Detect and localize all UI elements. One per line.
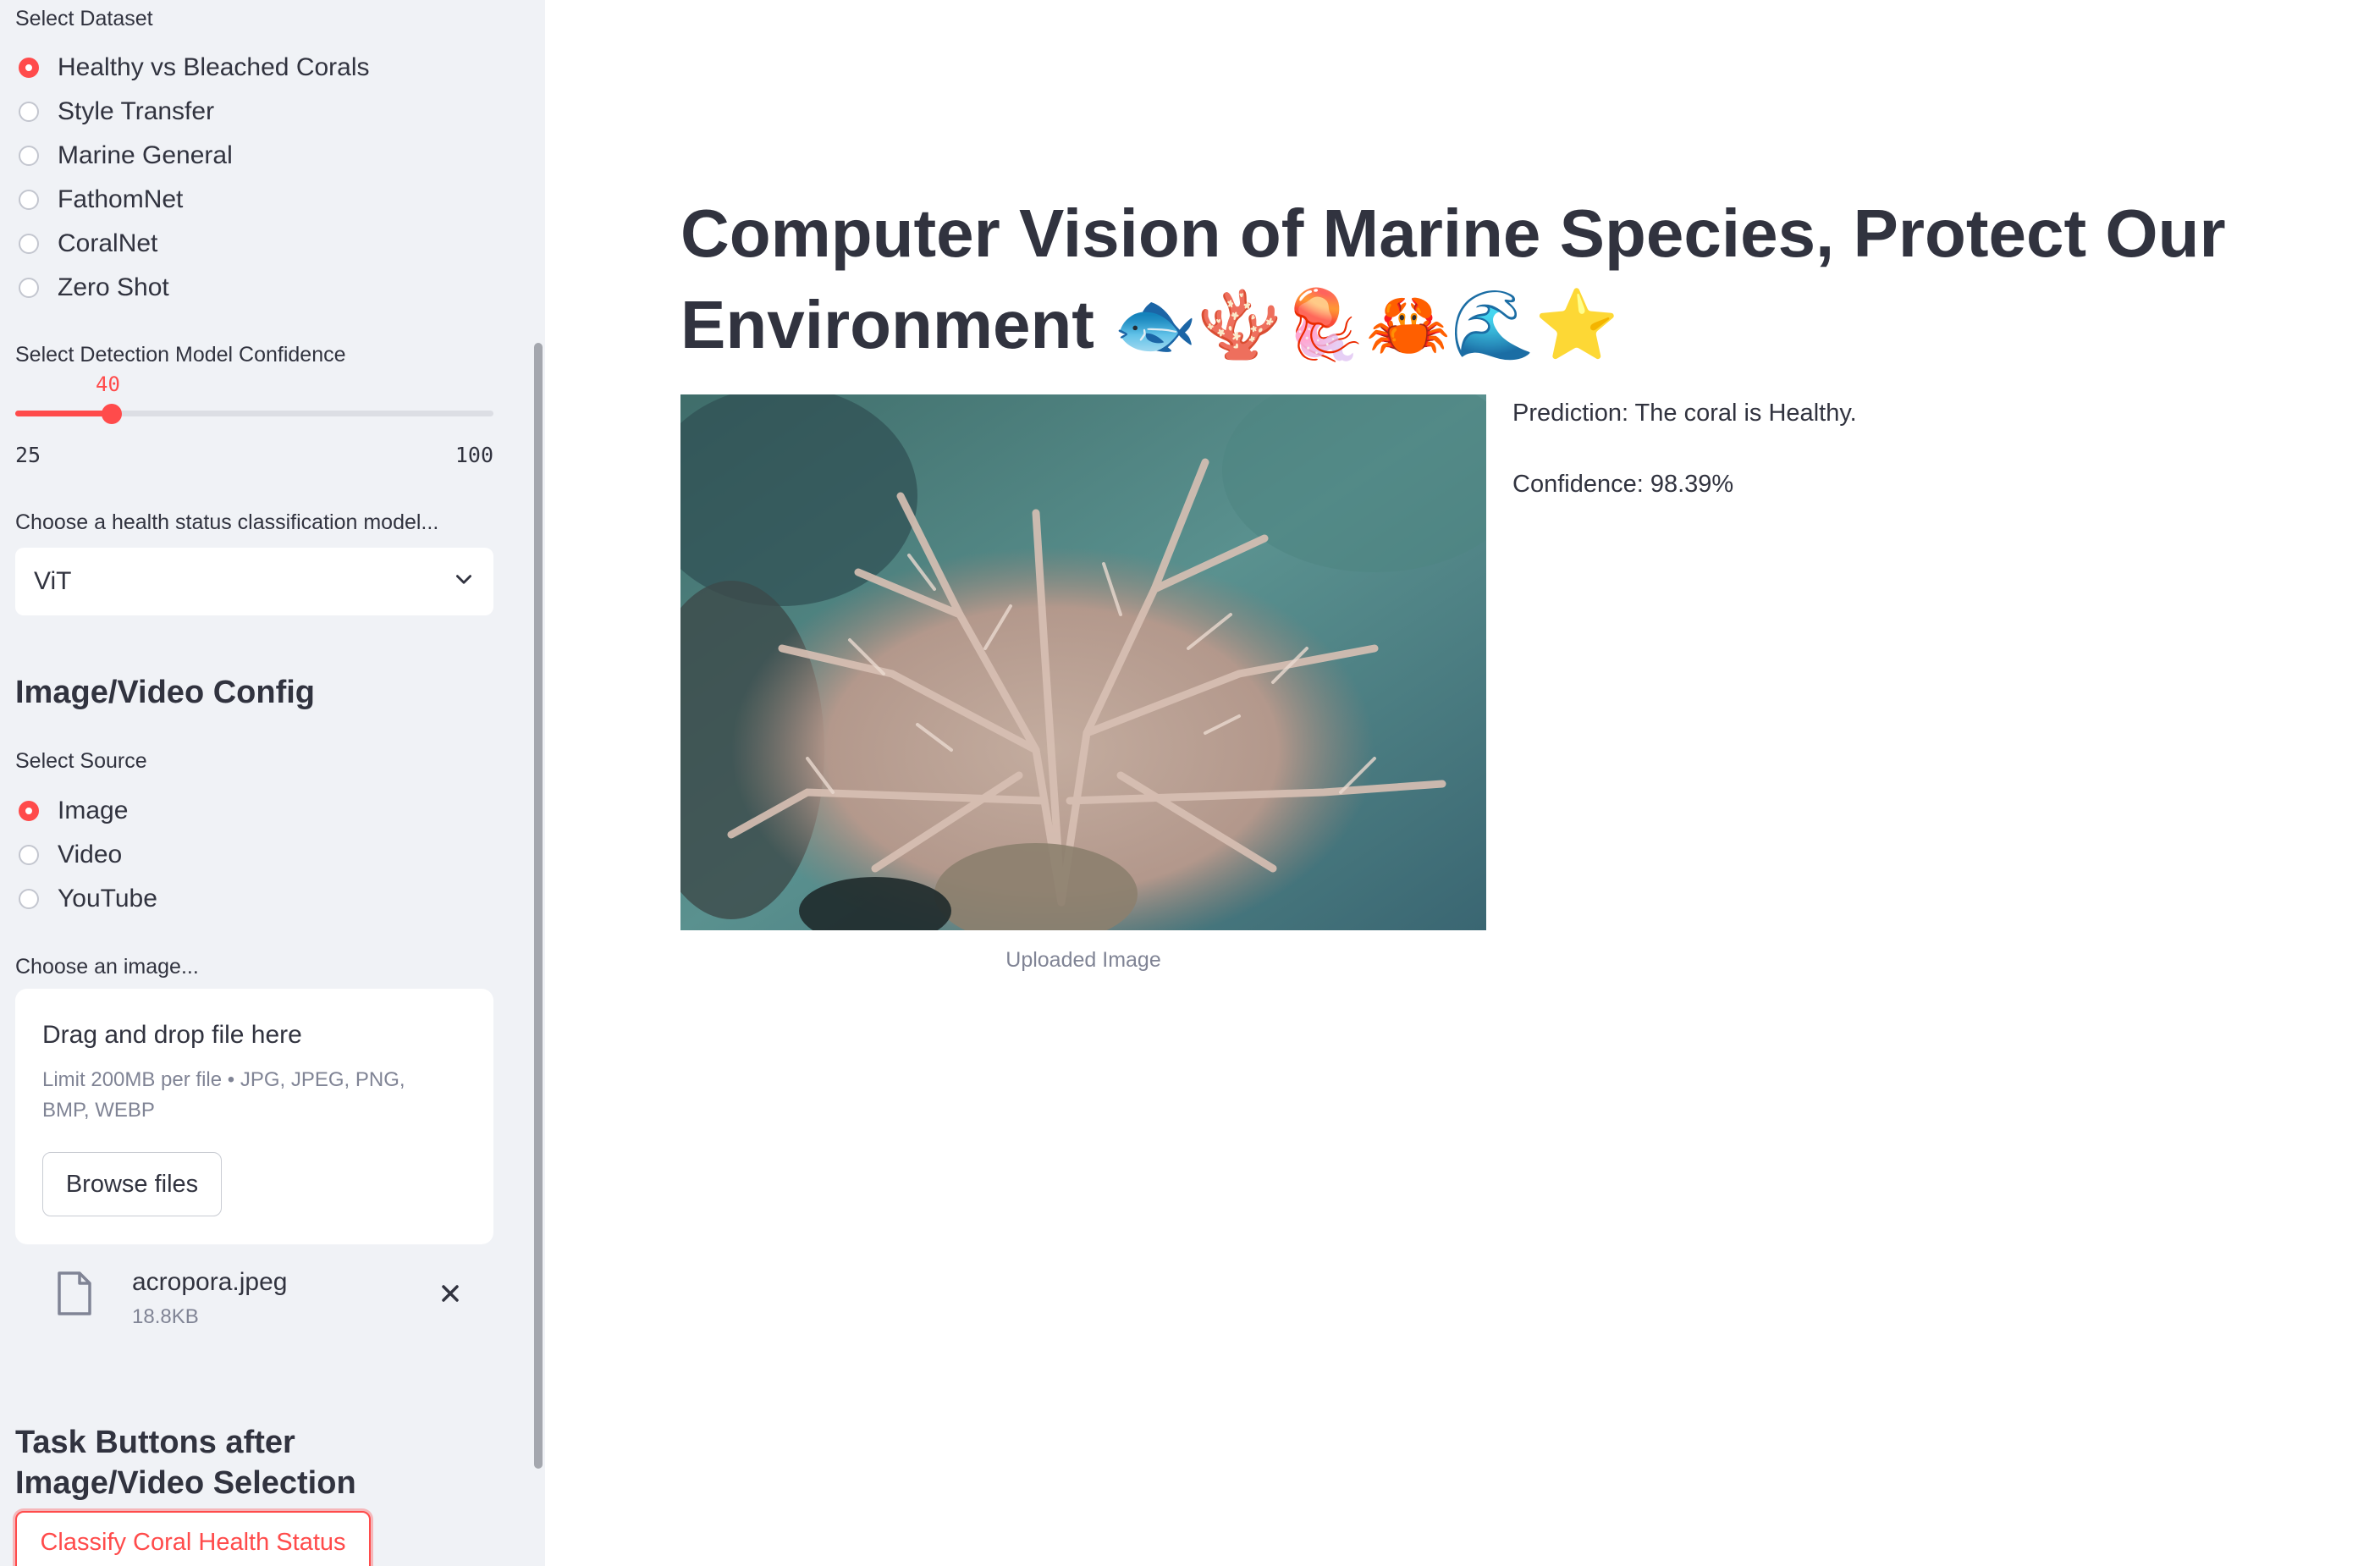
radio-label: Marine General [58, 141, 233, 169]
radio-indicator[interactable] [19, 278, 39, 298]
radio-indicator[interactable] [19, 234, 39, 254]
uploader-label: Choose an image... [15, 955, 199, 979]
chevron-down-icon[interactable] [453, 569, 475, 595]
classify-coral-button[interactable]: Classify Coral Health Status [15, 1511, 371, 1566]
radio-indicator[interactable] [19, 102, 39, 122]
close-icon[interactable] [437, 1280, 464, 1311]
radio-indicator[interactable] [19, 845, 39, 865]
tasks-heading: Task Buttons after Image/Video Selection [15, 1425, 356, 1501]
dropzone-limits: Limit 200MB per file • JPG, JPEG, PNG, B… [42, 1068, 405, 1122]
radio-label: CoralNet [58, 229, 158, 257]
radio-dataset-zero-shot[interactable]: Zero Shot [15, 271, 169, 305]
radio-dataset-fathomnet[interactable]: FathomNet [15, 183, 183, 217]
dataset-label: Select Dataset [15, 7, 153, 30]
radio-dataset-coralnet[interactable]: CoralNet [15, 227, 157, 261]
classifier-select-value: ViT [34, 567, 72, 595]
slider-thumb[interactable] [102, 404, 122, 424]
source-label: Select Source [15, 749, 147, 773]
sidebar: Select Dataset Healthy vs Bleached Coral… [0, 0, 545, 1566]
radio-dataset-healthy-vs-bleached[interactable]: Healthy vs Bleached Corals [15, 51, 370, 85]
uploaded-file-name: acropora.jpeg [132, 1268, 288, 1296]
radio-indicator[interactable] [19, 889, 39, 909]
uploaded-file-size: 18.8KB [132, 1305, 199, 1328]
uploaded-coral-image [680, 394, 1486, 930]
radio-label: FathomNet [58, 185, 184, 213]
classifier-select[interactable]: ViT [15, 548, 493, 615]
radio-label: Healthy vs Bleached Corals [58, 53, 370, 81]
image-caption: Uploaded Image [1005, 948, 1161, 972]
browse-files-button[interactable]: Browse files [42, 1152, 222, 1216]
radio-dataset-style-transfer[interactable]: Style Transfer [15, 95, 214, 129]
radio-indicator[interactable] [19, 190, 39, 210]
radio-source-image[interactable]: Image [15, 794, 128, 828]
slider-fill [15, 411, 112, 416]
prediction-text: Prediction: The coral is Healthy. [1512, 400, 1857, 427]
radio-indicator[interactable] [19, 146, 39, 166]
radio-selected-indicator[interactable] [19, 801, 39, 821]
radio-label: YouTube [58, 885, 157, 913]
slider-max: 100 [455, 443, 493, 467]
confidence-label: Select Detection Model Confidence [15, 343, 346, 367]
radio-label: Zero Shot [58, 273, 169, 301]
slider-track[interactable] [15, 411, 493, 416]
radio-dataset-marine-general[interactable]: Marine General [15, 139, 233, 173]
file-icon [56, 1270, 93, 1321]
slider-min: 25 [15, 443, 41, 467]
classifier-label: Choose a health status classification mo… [15, 510, 439, 534]
file-dropzone[interactable]: Drag and drop file here Limit 200MB per … [15, 989, 493, 1244]
radio-source-video[interactable]: Video [15, 838, 122, 872]
dropzone-title: Drag and drop file here [42, 1021, 302, 1049]
radio-selected-indicator[interactable] [19, 58, 39, 78]
slider-value: 40 [96, 372, 120, 396]
radio-label: Video [58, 841, 123, 868]
radio-label: Image [58, 797, 129, 824]
uploaded-file-row: acropora.jpeg 18.8KB [15, 1261, 493, 1337]
page-title: Computer Vision of Marine Species, Prote… [680, 196, 2226, 362]
confidence-text: Confidence: 98.39% [1512, 471, 1734, 498]
radio-source-youtube[interactable]: YouTube [15, 882, 157, 916]
sidebar-scrollbar[interactable] [534, 343, 543, 1469]
config-heading: Image/Video Config [15, 675, 316, 710]
confidence-slider[interactable]: 40 25 100 [15, 372, 493, 467]
radio-label: Style Transfer [58, 97, 215, 125]
